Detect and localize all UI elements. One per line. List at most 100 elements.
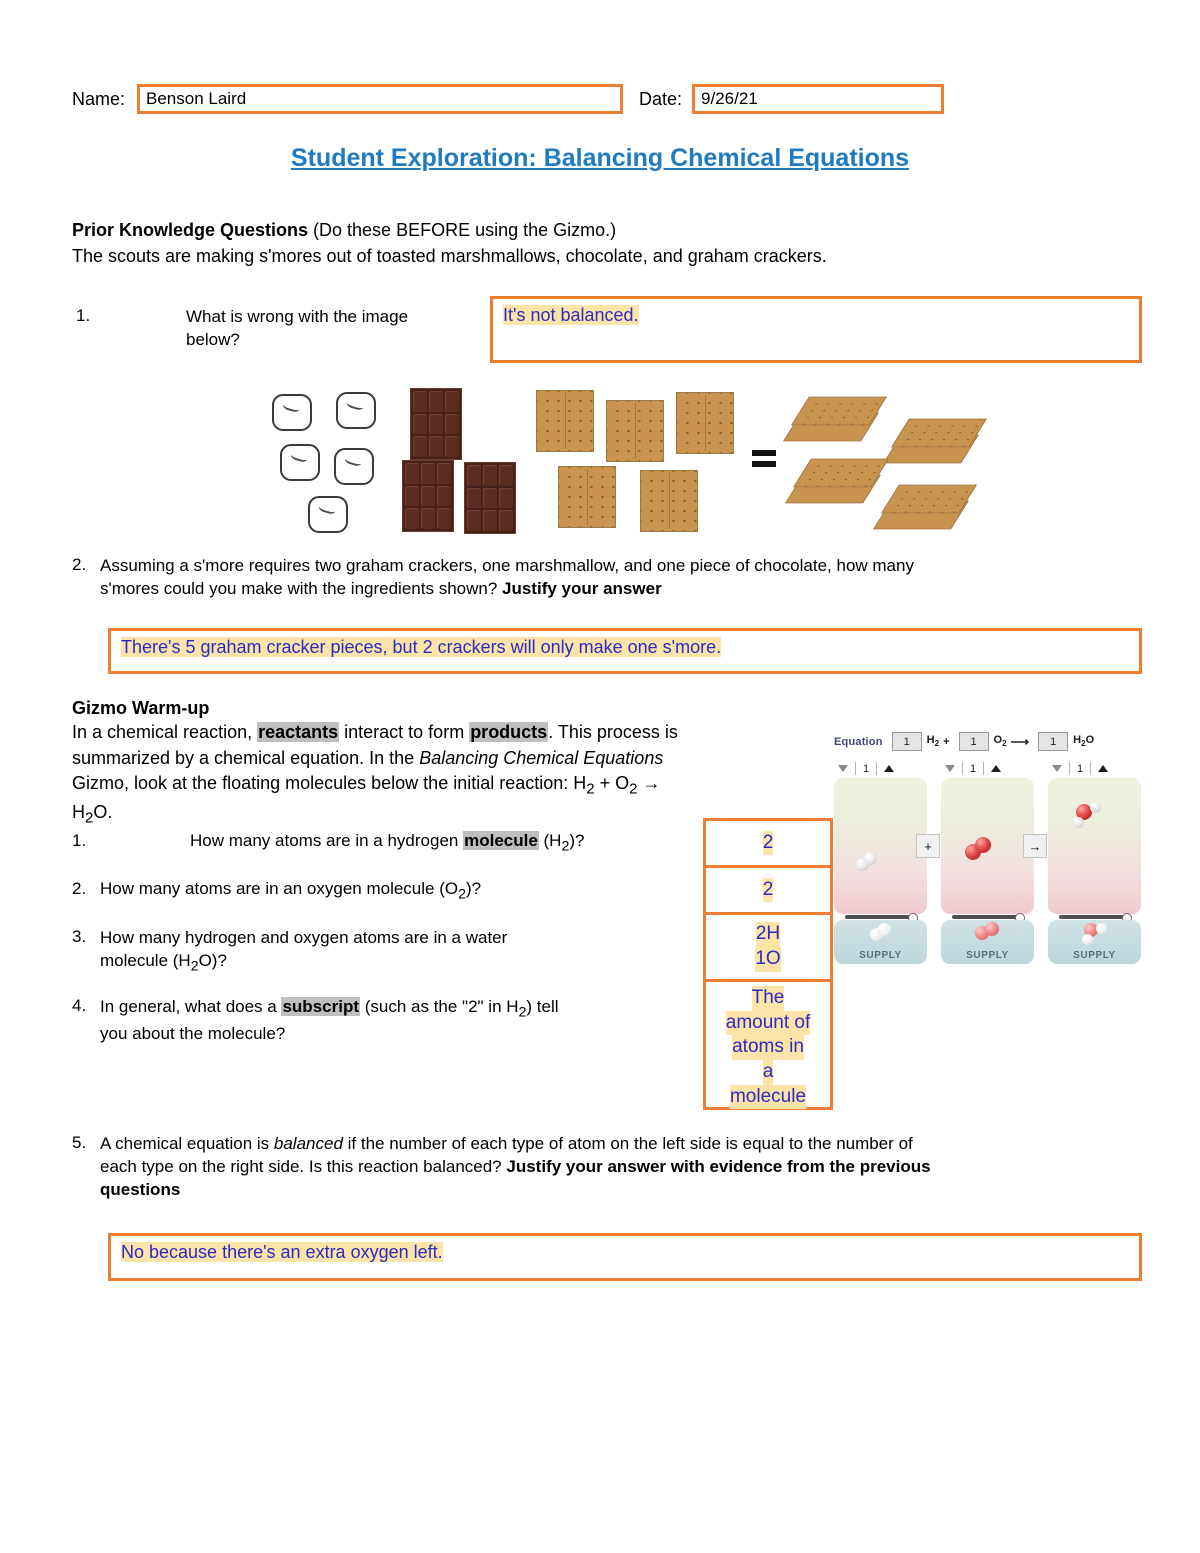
pk-question-2-bold: Justify your answer xyxy=(502,578,662,598)
warmup-question-2-text: How many atoms are in an oxygen molecule… xyxy=(100,879,482,903)
gizmo-plus-badge: + xyxy=(916,834,940,858)
gizmo-coefficient-2[interactable]: 1 xyxy=(958,732,989,751)
prior-knowledge-intro: The scouts are making s'mores out of toa… xyxy=(72,246,827,266)
warmup-question-1: 1. How many atoms are in a hydrogen mole… xyxy=(72,831,712,854)
warmup-answer-4-line2: amount of xyxy=(725,1010,811,1036)
warmup-answer-5-text: No because there's an extra oxygen left. xyxy=(121,1242,443,1262)
hydrogen-atom-icon xyxy=(864,852,877,865)
name-field[interactable]: Benson Laird xyxy=(137,84,624,114)
warmup-question-3-number: 3. xyxy=(72,927,87,946)
warmup-answer-4-line4: a xyxy=(762,1060,774,1085)
date-label: Date: xyxy=(639,88,683,109)
warmup-question-3-text: How many hydrogen and oxygen atoms are i… xyxy=(100,928,508,975)
pk-question-1-line1: What is wrong with the image xyxy=(186,307,409,326)
marshmallow-icon xyxy=(280,444,320,481)
name-value: Benson Laird xyxy=(146,89,247,108)
graham-cracker-icon xyxy=(676,392,734,454)
warmup-q3-line1: How many hydrogen and oxygen atoms are i… xyxy=(100,928,508,947)
hydrogen-atom-icon xyxy=(878,923,891,936)
warmup-text-c: . This process is xyxy=(548,722,678,742)
warmup-answer-4-line3: atoms in xyxy=(732,1035,804,1061)
spinner-up-icon[interactable] xyxy=(884,765,895,772)
chocolate-bar-icon xyxy=(410,388,462,460)
gizmo-coefficient-1[interactable]: 1 xyxy=(891,732,922,751)
marshmallow-icon xyxy=(308,496,348,533)
smores-illustration xyxy=(258,378,987,543)
supply-label: SUPPLY xyxy=(1073,950,1116,961)
spinner-value-2: 1 xyxy=(970,762,977,775)
date-value: 9/26/21 xyxy=(701,89,758,108)
gizmo-supply-slider-2[interactable] xyxy=(952,913,1025,923)
graham-cracker-icon xyxy=(640,470,698,532)
warmup-q5-bold: Justify your answer with evidence from t… xyxy=(506,1156,931,1176)
warmup-answer-4-line5: molecule xyxy=(729,1084,807,1110)
warmup-question-5-answer-box[interactable]: No because there's an extra oxygen left. xyxy=(108,1233,1142,1281)
pk-question-2-text: Assuming a s'more requires two graham cr… xyxy=(100,555,1150,601)
prior-knowledge-heading-bold: Prior Knowledge Questions xyxy=(72,220,309,240)
graham-cracker-icon xyxy=(558,466,616,528)
pk-answer-2-text: There's 5 graham cracker pieces, but 2 c… xyxy=(121,637,722,657)
warmup-answer-2-cell[interactable]: 2 xyxy=(706,868,830,915)
gizmo-formula-h2o: H2O xyxy=(1073,734,1095,749)
gizmo-formula-o2: O2 xyxy=(993,734,1007,749)
spinner-value-1: 1 xyxy=(863,762,870,775)
warmup-text-d: summarized by a chemical equation. In th… xyxy=(72,747,420,768)
warmup-question-1-text: How many atoms are in a hydrogen molecul… xyxy=(190,831,585,855)
graham-cracker-icon xyxy=(536,390,594,452)
spinner-down-icon[interactable] xyxy=(838,765,848,772)
warmup-q3-line2a: molecule (H xyxy=(100,950,191,970)
warmup-text-h: H xyxy=(72,801,85,822)
gizmo-supply-slider-3[interactable] xyxy=(1059,913,1132,923)
gizmo-equation-label: Equation xyxy=(834,735,883,748)
gizmo-spinner-1[interactable]: 1 xyxy=(838,762,895,775)
gizmo-panel-reactant-h2[interactable] xyxy=(834,778,927,914)
hydrogen-atom-icon xyxy=(1090,802,1101,813)
warmup-text-g: → xyxy=(642,773,661,794)
pk-question-1-text: What is wrong with the image below? xyxy=(186,306,476,352)
warmup-answer-1: 2 xyxy=(762,830,774,856)
marshmallow-icon xyxy=(336,392,376,429)
pk-question-1-answer-box[interactable]: It's not balanced. xyxy=(490,296,1142,363)
warmup-answer-1-cell[interactable]: 2 xyxy=(706,821,830,868)
spinner-up-icon[interactable] xyxy=(991,765,1002,772)
spinner-up-icon[interactable] xyxy=(1098,765,1109,772)
smore-icon xyxy=(783,386,887,444)
term-reactants: reactants xyxy=(257,722,340,742)
gizmo-coefficient-3[interactable]: 1 xyxy=(1038,732,1069,751)
spinner-down-icon[interactable] xyxy=(945,765,955,772)
gizmo-warmup-heading: Gizmo Warm-up xyxy=(72,698,210,718)
date-field[interactable]: 9/26/21 xyxy=(692,84,945,114)
gizmo-arrow-icon: ⟶ xyxy=(1010,733,1030,749)
pk-question-1: 1. What is wrong with the image below? xyxy=(76,306,476,352)
gizmo-plus-sign: + xyxy=(943,735,950,748)
warmup-answer-4-cell[interactable]: The amount of atoms in a molecule xyxy=(706,982,830,1110)
gizmo-equation-bar: Equation 1 H2 + 1 O2 ⟶ 1 H2O xyxy=(834,732,1094,751)
warmup-answer-2: 2 xyxy=(762,877,774,903)
name-label: Name: xyxy=(72,88,126,109)
warmup-answer-3-cell[interactable]: 2H 1O xyxy=(706,915,830,982)
spinner-down-icon[interactable] xyxy=(1052,765,1062,772)
pk-question-2-answer: There's 5 graham cracker pieces, but 2 c… xyxy=(121,637,722,657)
gizmo-supply-tray-o2[interactable]: SUPPLY xyxy=(941,920,1034,964)
worksheet-page: Name: Benson Laird Date: 9/26/21 Student… xyxy=(0,0,1200,1553)
gizmo-spinner-3[interactable]: 1 xyxy=(1052,762,1109,775)
hydrogen-atom-icon xyxy=(1096,923,1107,934)
hydrogen-atom-icon xyxy=(1073,817,1084,828)
gizmo-supply-tray-h2[interactable]: SUPPLY xyxy=(834,920,927,964)
warmup-question-5-number: 5. xyxy=(72,1133,87,1152)
prior-knowledge-heading-rest: (Do these BEFORE using the Gizmo.) xyxy=(308,220,617,240)
warmup-answer-3-line2: 1O xyxy=(755,947,781,972)
gizmo-panel-reactant-o2[interactable] xyxy=(941,778,1034,914)
warmup-answer-4-line1: The xyxy=(751,986,785,1011)
gizmo-spinner-2[interactable]: 1 xyxy=(945,762,1002,775)
gizmo-supply-slider-1[interactable] xyxy=(845,913,918,923)
marshmallow-icon xyxy=(272,394,312,431)
warmup-q5-bold2: questions xyxy=(100,1179,181,1199)
gizmo-supply-tray-h2o[interactable]: SUPPLY xyxy=(1048,920,1141,964)
warmup-gizmo-name: Balancing Chemical Equations xyxy=(419,747,664,768)
pk-question-2-answer-box[interactable]: There's 5 graham cracker pieces, but 2 c… xyxy=(108,628,1142,674)
gizmo-formula-h2: H2 xyxy=(926,734,940,749)
supply-label: SUPPLY xyxy=(859,950,902,961)
marshmallow-icon xyxy=(334,448,374,485)
gizmo-panel-product-h2o[interactable] xyxy=(1048,778,1141,914)
